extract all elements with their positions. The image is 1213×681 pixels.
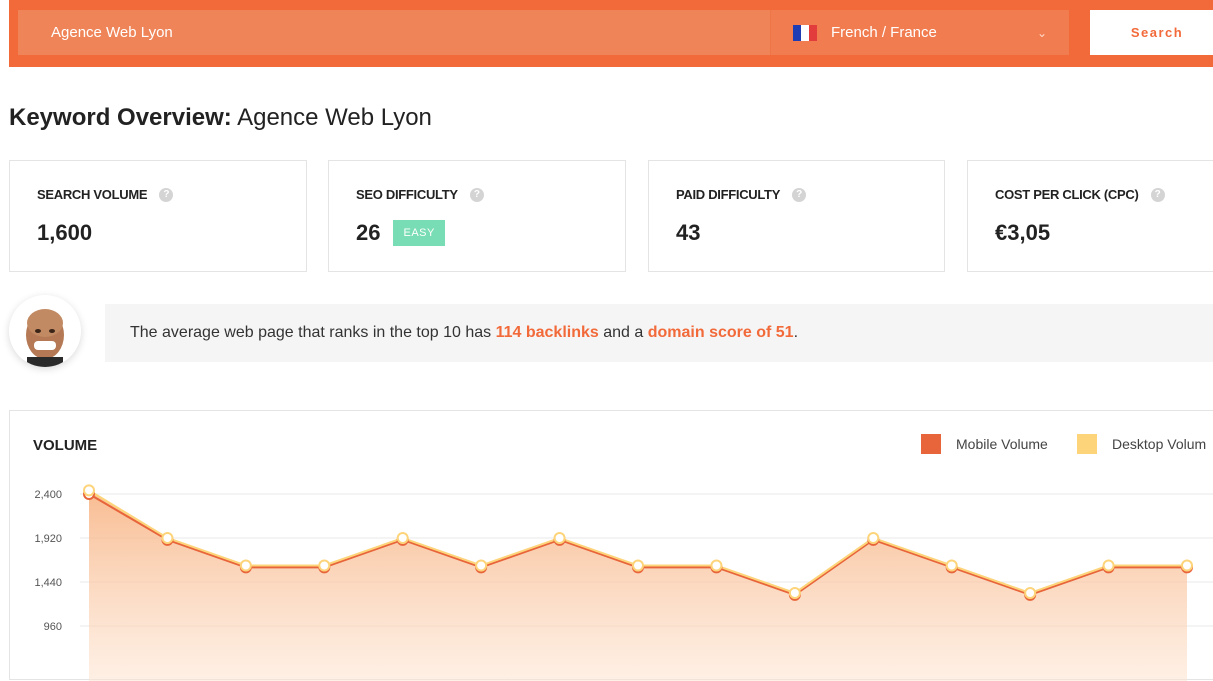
metric-value: 26 bbox=[356, 220, 381, 245]
desktop-point bbox=[867, 532, 880, 544]
volume-panel: VOLUME Mobile Volume Desktop Volum 2,400… bbox=[9, 410, 1213, 681]
insight-banner: The average web page that ranks in the t… bbox=[105, 304, 1213, 362]
metric-card-paid-difficulty: PAID DIFFICULTY ? 43 bbox=[648, 160, 945, 272]
metric-value: 1,600 bbox=[37, 220, 93, 245]
metric-value: 43 bbox=[676, 220, 701, 245]
chevron-down-icon: ⌄ bbox=[1036, 25, 1047, 40]
desktop-point bbox=[788, 587, 801, 599]
metric-label: SEO DIFFICULTY bbox=[356, 187, 458, 202]
desktop-point bbox=[1024, 587, 1037, 599]
desktop-point bbox=[396, 532, 409, 544]
y-tick-label: 1,440 bbox=[34, 577, 62, 589]
y-tick-label: 1,920 bbox=[34, 533, 62, 545]
help-icon[interactable]: ? bbox=[1150, 187, 1165, 202]
metric-card-search-volume: SEARCH VOLUME ? 1,600 bbox=[9, 160, 307, 272]
avatar bbox=[9, 295, 81, 367]
desktop-point bbox=[553, 532, 566, 544]
metric-label: PAID DIFFICULTY bbox=[676, 187, 781, 202]
desktop-point bbox=[1102, 559, 1115, 572]
desktop-point bbox=[1181, 559, 1193, 572]
metric-value: €3,05 bbox=[995, 220, 1051, 245]
volume-chart: 2,400 1,920 1,440 960 bbox=[34, 484, 1213, 681]
page-title-prefix: Keyword Overview: bbox=[9, 104, 232, 131]
help-icon[interactable]: ? bbox=[469, 187, 484, 202]
desktop-point bbox=[945, 559, 958, 572]
search-bar: Agence Web Lyon French / France ⌄ Search bbox=[9, 0, 1213, 67]
france-flag-icon bbox=[793, 24, 817, 41]
page-title: Keyword Overview: Agence Web Lyon bbox=[9, 104, 432, 132]
desktop-point bbox=[632, 559, 644, 572]
y-tick-label: 960 bbox=[44, 621, 62, 633]
metric-card-seo-difficulty: SEO DIFFICULTY ? 26 EASY bbox=[328, 160, 626, 272]
backlinks-highlight: 114 backlinks bbox=[495, 324, 599, 341]
difficulty-badge: EASY bbox=[393, 220, 445, 246]
volume-area bbox=[89, 490, 1187, 681]
keyword-input-value: Agence Web Lyon bbox=[51, 24, 173, 41]
metric-label: SEARCH VOLUME bbox=[37, 187, 148, 202]
desktop-point bbox=[161, 532, 174, 544]
language-label: French / France bbox=[831, 24, 937, 41]
metric-card-cpc: COST PER CLICK (CPC) ? €3,05 bbox=[967, 160, 1213, 272]
help-icon[interactable]: ? bbox=[792, 187, 807, 202]
desktop-point bbox=[239, 559, 252, 572]
metric-label: COST PER CLICK (CPC) bbox=[995, 187, 1139, 202]
language-select[interactable]: French / France ⌄ bbox=[770, 10, 1069, 55]
y-tick-label: 2,400 bbox=[34, 489, 62, 501]
insight-text: The average web page that ranks in the t… bbox=[130, 324, 799, 341]
desktop-point bbox=[318, 559, 331, 572]
page-title-keyword: Agence Web Lyon bbox=[237, 104, 432, 131]
desktop-point bbox=[710, 559, 723, 572]
search-button[interactable]: Search bbox=[1090, 10, 1213, 55]
help-icon[interactable]: ? bbox=[159, 187, 174, 202]
keyword-input[interactable]: Agence Web Lyon bbox=[18, 10, 770, 55]
desktop-point bbox=[475, 559, 488, 572]
domain-score-highlight: domain score of 51 bbox=[647, 324, 794, 341]
desktop-point bbox=[83, 484, 95, 497]
